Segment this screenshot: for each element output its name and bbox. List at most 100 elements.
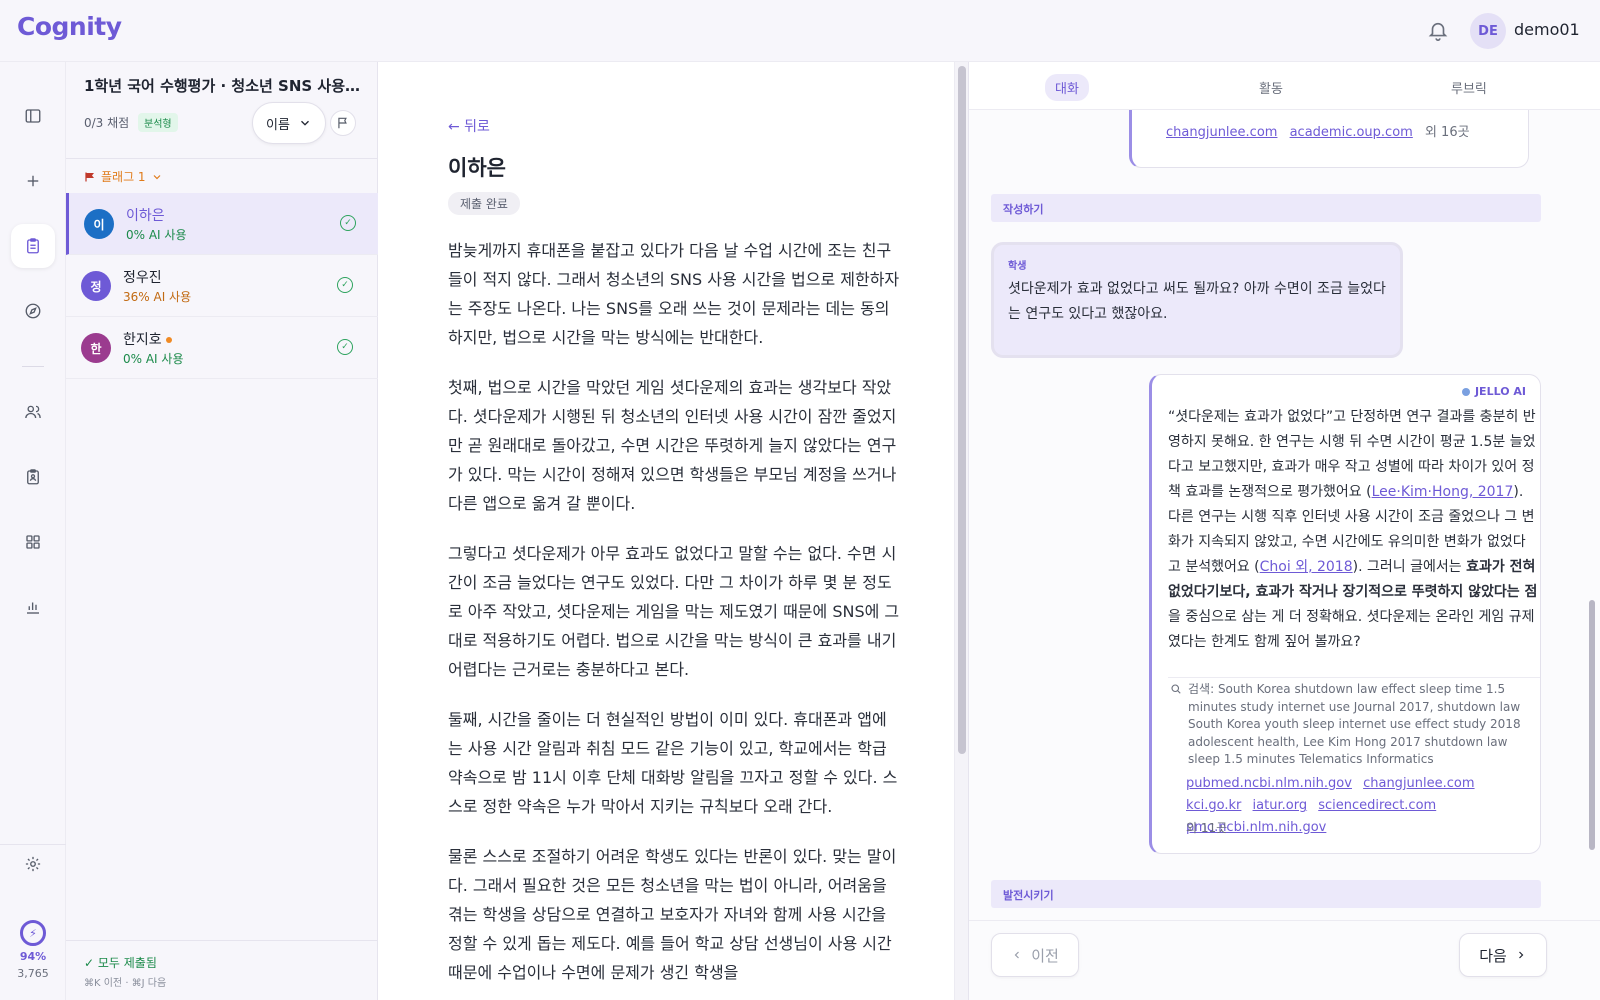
essay-scrollbar[interactable] <box>954 62 968 1000</box>
explore-button[interactable] <box>11 289 55 333</box>
ai-dot-icon <box>1461 387 1470 396</box>
grading-count: 0/3 채점 <box>84 116 130 130</box>
assistant-tabs: 대화 활동 루브릭 <box>969 62 1600 110</box>
unread-dot-icon <box>166 337 173 343</box>
ai-text-part: 을 중심으로 삼는 게 더 정확해요. 셧다운제는 온라인 게임 규제였다는 한… <box>1168 609 1535 650</box>
student-row[interactable]: 한 한지호 0% AI 사용 ✓ <box>66 317 378 379</box>
check-circle-icon: ✓ <box>340 215 356 231</box>
chevron-left-icon <box>1014 951 1020 959</box>
bell-icon[interactable] <box>1427 20 1449 42</box>
ai-label: JELLO AI <box>1461 385 1526 398</box>
ai-message: JELLO AI “셧다운제는 효과가 없었다”고 단정하면 연구 결과를 충분… <box>1149 374 1541 854</box>
clipboard-person-icon <box>27 469 39 485</box>
assignment-title: 1학년 국어 수행평가 · 청소년 SNS 사용 시... <box>84 77 364 95</box>
flag-group-toggle[interactable]: 플래그 1 <box>84 168 163 185</box>
search-query-text: 검색: South Korea shutdown law effect slee… <box>1188 682 1521 766</box>
tab-activity[interactable]: 활동 <box>1249 74 1293 101</box>
app-logo[interactable]: Cognity <box>17 12 122 41</box>
student-row[interactable]: 정 정우진 36% AI 사용 ✓ <box>66 255 378 317</box>
next-button[interactable]: 다음 <box>1459 933 1547 977</box>
source-link[interactable]: academic.oup.com <box>1290 125 1413 140</box>
ai-usage: 0% AI 사용 <box>123 352 184 366</box>
section-develop: 발전시키기 <box>991 880 1541 908</box>
usage-count: 3,765 <box>17 967 49 980</box>
all-submitted-status: ✓ 모두 제출됨 <box>84 956 157 970</box>
search-icon <box>1171 684 1181 694</box>
rail-divider <box>22 366 44 367</box>
assignments-button[interactable] <box>11 224 55 268</box>
user-avatar[interactable]: DE <box>1470 13 1506 49</box>
tab-chat[interactable]: 대화 <box>1045 74 1089 101</box>
essay-paragraph: 그렇다고 셧다운제가 아무 효과도 없었다고 말할 수는 없다. 수면 시간이 … <box>448 544 900 679</box>
students-button[interactable] <box>11 390 55 434</box>
assignment-type-badge: 분석형 <box>138 113 178 132</box>
essay-paragraph: 물론 스스로 조절하기 어려운 학생도 있다는 반론이 있다. 맞는 말이다. … <box>448 847 897 982</box>
ai-usage: 0% AI 사용 <box>126 228 187 242</box>
source-links: pubmed.ncbi.nlm.nih.gov changjunlee.com … <box>1186 773 1536 839</box>
flag-group-label: 플래그 1 <box>101 170 146 184</box>
student-avatar: 한 <box>81 333 111 363</box>
source-link[interactable]: iatur.org <box>1253 798 1308 813</box>
citation-link[interactable]: Lee·Kim·Hong, 2017 <box>1372 484 1514 500</box>
back-link[interactable]: ← 뒤로 <box>448 116 490 136</box>
keyboard-shortcuts-hint: ⌘K 이전 · ⌘J 다음 <box>84 978 167 989</box>
ai-usage: 36% AI 사용 <box>123 290 192 304</box>
source-link[interactable]: kci.go.kr <box>1186 798 1241 813</box>
sidebar-toggle-button[interactable] <box>11 94 55 138</box>
chevron-right-icon <box>1518 951 1524 959</box>
source-link[interactable]: changjunlee.com <box>1363 776 1474 791</box>
previous-button[interactable]: 이전 <box>991 933 1079 977</box>
student-row[interactable]: 이 이하은 0% AI 사용 ✓ <box>66 193 378 255</box>
compass-icon <box>25 303 41 319</box>
submission-status-chip: 제출 완료 <box>448 192 520 215</box>
search-query: 검색: South Korea shutdown law effect slee… <box>1170 681 1540 769</box>
citation-link[interactable]: Choi 외, 2018 <box>1260 559 1353 575</box>
usage-percent: 94% <box>19 950 47 963</box>
panel-footer-divider <box>66 940 378 941</box>
user-name[interactable]: demo01 <box>1514 20 1580 39</box>
student-message: 학생 셧다운제가 효과 없었다고 써도 될까요? 아까 수면이 조금 늘었다는 … <box>991 242 1403 358</box>
bolt-icon: ⚡ <box>29 926 37 940</box>
chevron-down-icon <box>153 174 161 179</box>
apps-button[interactable] <box>11 520 55 564</box>
student-name-text: 한지호 <box>123 332 162 348</box>
source-link[interactable]: pubmed.ncbi.nlm.nih.gov <box>1186 776 1352 791</box>
section-write: 작성하기 <box>991 194 1541 222</box>
usage-ring[interactable]: ⚡ <box>20 920 46 946</box>
gear-icon <box>25 856 41 872</box>
icon-rail: ⚡ 94% 3,765 <box>0 62 66 1000</box>
ai-divider <box>1168 677 1540 678</box>
tab-rubric[interactable]: 루브릭 <box>1441 74 1497 101</box>
sort-label: 이름 <box>266 117 290 133</box>
chevron-down-icon <box>300 120 309 126</box>
settings-button[interactable] <box>11 842 55 886</box>
users-icon <box>25 405 41 419</box>
red-flag-icon <box>85 172 94 181</box>
student-message-label: 학생 <box>1008 261 1027 272</box>
flag-icon <box>338 117 347 129</box>
top-bar: Cognity DE demo01 <box>0 0 1600 62</box>
check-circle-icon: ✓ <box>337 339 353 355</box>
analytics-button[interactable] <box>11 585 55 629</box>
essay-panel: ← 뒤로 이하은 제출 완료 밤늦게까지 휴대폰을 붙잡고 있다가 다음 날 수… <box>378 62 954 1000</box>
chat-footer: 이전 다음 <box>969 920 1600 1000</box>
reviews-button[interactable] <box>11 455 55 499</box>
flag-filter-button[interactable] <box>330 110 356 136</box>
chat-scrollbar-thumb[interactable] <box>1589 600 1595 850</box>
check-circle-icon: ✓ <box>337 277 353 293</box>
student-name: 정우진 <box>123 270 162 286</box>
more-sources: 외 16곳 <box>1424 125 1470 140</box>
sort-dropdown[interactable]: 이름 <box>252 102 326 144</box>
ai-label-text: JELLO AI <box>1474 385 1526 398</box>
previous-ai-message: changjunlee.com academic.oup.com 외 16곳 <box>1129 110 1529 168</box>
assistant-panel: 대화 활동 루브릭 changjunlee.com academic.oup.c… <box>968 62 1600 1000</box>
new-button[interactable] <box>11 159 55 203</box>
previous-sources: changjunlee.com academic.oup.com 외 16곳 <box>1166 121 1470 140</box>
ai-text-part: ). 그러니 글에서는 <box>1352 559 1467 575</box>
source-link[interactable]: sciencedirect.com <box>1318 798 1436 813</box>
essay-scrollbar-thumb[interactable] <box>958 66 966 754</box>
chat-scrollbar[interactable] <box>1587 110 1597 920</box>
grid-icon <box>26 535 40 549</box>
source-link[interactable]: changjunlee.com <box>1166 125 1277 140</box>
student-avatar: 이 <box>84 209 114 239</box>
